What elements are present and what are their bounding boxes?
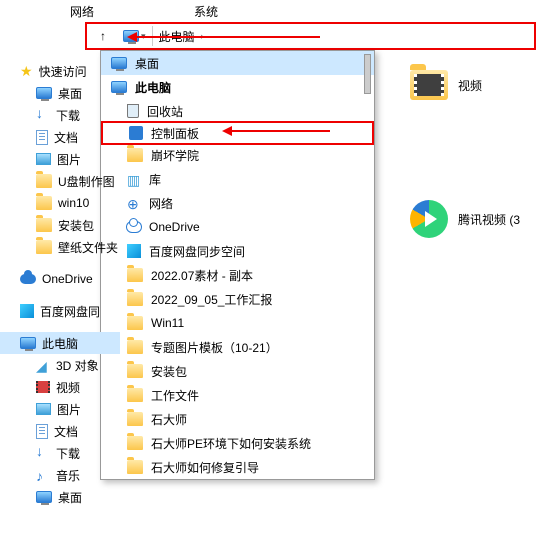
sidebar-item-pictures[interactable]: 图片 [0, 148, 120, 170]
film-icon [414, 74, 444, 96]
objects-3d-icon [36, 358, 50, 372]
video-icon [36, 381, 50, 393]
document-icon [36, 424, 48, 439]
picture-icon [36, 403, 51, 415]
dropdown-item-folder[interactable]: 2022.07素材 - 副本 [101, 263, 374, 287]
sidebar-item-music[interactable]: 音乐 [0, 464, 120, 486]
sidebar-item-baidu[interactable]: 百度网盘同 [0, 300, 120, 322]
download-icon [36, 108, 50, 122]
desktop-icon [36, 491, 52, 503]
ribbon-tabs: 网络 系统 [0, 0, 546, 22]
dropdown-item-folder[interactable]: 专题图片模板（10-21） [101, 335, 374, 359]
dropdown-item-baidu[interactable]: 百度网盘同步空间 [101, 239, 374, 263]
up-button[interactable]: ↑ [91, 24, 115, 48]
dropdown-item-onedrive[interactable]: OneDrive [101, 215, 374, 239]
folder-icon [36, 174, 52, 188]
annotation-arrow [135, 36, 320, 38]
baidu-sync-icon [20, 304, 34, 318]
dropdown-item-folder[interactable]: 石大师 [101, 407, 374, 431]
star-icon: ★ [20, 63, 33, 80]
dropdown-item-thispc[interactable]: 此电脑 [101, 75, 374, 99]
folder-icon [36, 218, 52, 232]
sidebar-item-desktop[interactable]: 桌面 [0, 82, 120, 104]
document-icon [36, 130, 48, 145]
file-label: 腾讯视频 (3 [458, 211, 520, 228]
sidebar-item-win10[interactable]: win10 [0, 192, 120, 214]
folder-icon [127, 292, 143, 306]
download-icon [36, 446, 50, 460]
onedrive-icon [127, 222, 141, 232]
dropdown-item-desktop[interactable]: 桌面 [101, 51, 374, 75]
sidebar-item-this-pc[interactable]: 此电脑 [0, 332, 120, 354]
dropdown-item-recycle[interactable]: 回收站 [101, 99, 374, 123]
folder-icon [127, 268, 143, 282]
sidebar-item-pictures[interactable]: 图片 [0, 398, 120, 420]
this-pc-icon [20, 337, 36, 349]
sidebar-item-onedrive[interactable]: OneDrive [0, 268, 120, 290]
dropdown-item-folder[interactable]: 工作文件 [101, 383, 374, 407]
folder-icon [127, 316, 143, 330]
baidu-sync-icon [127, 244, 141, 258]
picture-icon [36, 153, 51, 165]
file-item-video[interactable]: 视频 [410, 70, 520, 100]
scrollbar-thumb[interactable] [364, 54, 371, 94]
content-pane: 视频 腾讯视频 (3 [410, 70, 520, 338]
annotation-arrow [230, 130, 330, 132]
onedrive-icon [20, 274, 36, 284]
tencent-video-icon [410, 200, 448, 238]
dropdown-item-folder[interactable]: 安装包 [101, 359, 374, 383]
sidebar-item-quick-access[interactable]: ★快速访问 [0, 60, 120, 82]
sidebar-item-documents[interactable]: 文档 [0, 420, 120, 442]
sidebar-item-desktop[interactable]: 桌面 [0, 486, 120, 508]
sidebar-item-pkg[interactable]: 安装包 [0, 214, 120, 236]
tab-system[interactable]: 系统 [184, 1, 228, 22]
sidebar-item-wallpaper[interactable]: 壁纸文件夹 [0, 236, 120, 258]
recycle-bin-icon [127, 104, 139, 118]
folder-icon [127, 436, 143, 450]
music-icon [36, 468, 50, 482]
library-icon [127, 172, 141, 186]
tab-network[interactable]: 网络 [60, 1, 104, 22]
dropdown-item-school[interactable]: 崩坏学院 [101, 143, 374, 167]
file-item-tencent-video[interactable]: 腾讯视频 (3 [410, 200, 520, 238]
file-label: 视频 [458, 77, 482, 94]
dropdown-item-folder[interactable]: 石大师PE环境下如何安装系统 [101, 431, 374, 455]
folder-icon [36, 240, 52, 254]
sidebar-item-videos[interactable]: 视频 [0, 376, 120, 398]
folder-icon [127, 388, 143, 402]
folder-icon [127, 460, 143, 474]
dropdown-item-library[interactable]: 库 [101, 167, 374, 191]
folder-icon [127, 148, 143, 162]
network-icon [127, 196, 141, 210]
control-panel-icon [129, 126, 143, 140]
folder-icon [127, 340, 143, 354]
dropdown-item-folder[interactable]: 石大师如何修复引导 [101, 455, 374, 479]
desktop-icon [36, 87, 52, 99]
dropdown-item-network[interactable]: 网络 [101, 191, 374, 215]
sidebar-item-usb[interactable]: U盘制作图 [0, 170, 120, 192]
folder-icon [36, 196, 52, 210]
sidebar-item-downloads[interactable]: 下载 [0, 442, 120, 464]
folder-icon [127, 412, 143, 426]
dropdown-item-control-panel[interactable]: 控制面板 [101, 121, 374, 145]
breadcrumb-dropdown: 桌面 此电脑 回收站 控制面板 崩坏学院 库 网络 OneDrive 百度网盘同… [100, 50, 375, 480]
dropdown-item-folder[interactable]: Win11 [101, 311, 374, 335]
folder-icon [410, 70, 448, 100]
sidebar-item-3d-objects[interactable]: 3D 对象 [0, 354, 120, 376]
folder-icon [127, 364, 143, 378]
dropdown-item-folder[interactable]: 2022_09_05_工作汇报 [101, 287, 374, 311]
